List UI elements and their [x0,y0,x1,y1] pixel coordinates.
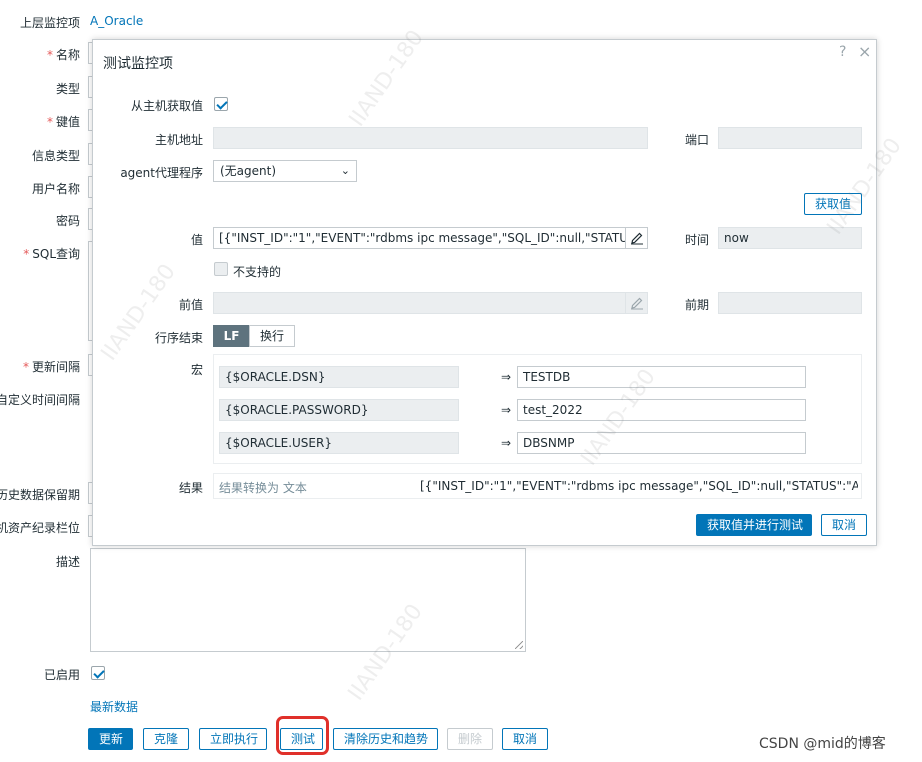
result-type-text: 结果转换为 文本 [219,481,307,495]
cancel-button[interactable]: 取消 [502,728,548,750]
clear-history-button[interactable]: 清除历史和趋势 [333,728,438,750]
chevron-down-icon: ⌄ [340,164,350,177]
watermark-text: IIAND-180 [96,259,181,366]
result-label: 结果 [178,481,203,495]
time-input[interactable]: now [718,227,862,249]
username-label: 用户名称 [31,182,80,196]
close-icon[interactable]: × [858,42,871,61]
macro-value-input[interactable]: TESTDB [517,366,806,388]
history-label: 历史数据保留期 [0,488,80,502]
get-and-test-button[interactable]: 获取值并进行测试 [696,514,812,536]
port-input[interactable] [718,127,862,149]
value-text: [{"INST_ID":"1","EVENT":"rdbms ipc messa… [219,231,648,245]
prev-value-input [213,292,648,314]
proxy-label: agent代理程序 [120,166,203,180]
macro-value-input[interactable]: DBSNMP [517,432,806,454]
prev-time-label: 前期 [685,298,710,312]
macro-name-field: {$ORACLE.DSN} [219,366,459,388]
macro-value-input[interactable]: test_2022 [517,399,806,421]
type-label: 类型 [55,82,80,96]
result-box: 结果转换为 文本 [{"INST_ID":"1","EVENT":"rdbms … [213,473,862,499]
eol-crlf-option[interactable]: 换行 [249,325,295,347]
watermark-text: IIAND-180 [344,25,429,132]
description-textarea[interactable] [90,548,526,652]
enabled-label: 已启用 [43,668,80,682]
help-icon[interactable]: ? [839,44,846,60]
test-item-dialog: 测试监控项 ? × 从主机获取值 主机地址 端口 agent代理程序 (无age… [92,26,907,546]
get-value-button[interactable]: 获取值 [804,193,862,215]
get-from-host-checkbox[interactable] [214,97,228,111]
latest-data-link[interactable]: 最新数据 [90,698,138,715]
value-input[interactable]: [{"INST_ID":"1","EVENT":"rdbms ipc messa… [213,227,648,249]
csdn-watermark-caption: CSDN @mid的博客 [759,736,886,752]
execute-now-button[interactable]: 立即执行 [199,728,267,750]
key-label: * 键值 [46,115,80,129]
eol-label: 行序结束 [154,331,203,345]
parent-item-label: 上层监控项 [19,16,80,30]
dialog-cancel-button[interactable]: 取消 [821,514,867,536]
password-label: 密码 [55,214,80,228]
custom-interval-label: 自定义时间间隔 [0,393,80,407]
resize-handle-icon[interactable] [515,641,523,649]
watermark-text: IIAND-180 [822,133,907,240]
prev-value-label: 前值 [178,298,203,312]
update-button[interactable]: 更新 [88,728,133,750]
prev-time-input [718,292,862,314]
test-button-highlight [276,716,329,755]
proxy-select-value: (无agent) [220,164,277,178]
host-address-input[interactable] [213,127,648,149]
unsupported-checkbox [214,262,228,276]
eol-lf-option[interactable]: LF [213,325,250,347]
dialog-title: 测试监控项 [103,56,173,72]
macro-name-field: {$ORACLE.USER} [219,432,459,454]
result-value-text: [{"INST_ID":"1","EVENT":"rdbms ipc messa… [420,479,858,493]
enabled-checkbox[interactable] [91,666,105,680]
name-label: * 名称 [46,48,80,62]
pencil-icon [631,297,643,310]
macro-arrow: ⇒ [501,403,512,417]
time-label: 时间 [685,233,710,247]
value-label: 值 [190,233,203,247]
macro-arrow: ⇒ [501,370,512,384]
host-address-label: 主机地址 [154,133,203,147]
inventory-label: 机资产纪录栏位 [0,521,80,535]
unsupported-label: 不支持的 [233,265,282,279]
get-from-host-label: 从主机获取值 [130,99,203,113]
value-edit-button[interactable] [625,228,647,248]
description-label: 描述 [55,555,80,569]
port-label: 端口 [685,133,710,147]
clone-button[interactable]: 克隆 [143,728,189,750]
macro-name-field: {$ORACLE.PASSWORD} [219,399,459,421]
pencil-icon [631,232,643,245]
info-type-label: 信息类型 [31,149,80,163]
macros-label: 宏 [190,363,203,377]
proxy-select[interactable]: (无agent) ⌄ [213,160,357,182]
macro-arrow: ⇒ [501,436,512,450]
prev-value-edit-button [625,293,647,313]
parent-item-link[interactable]: A_Oracle [90,14,143,28]
sql-query-label: * SQL查询 [23,247,80,261]
update-interval-label: * 更新间隔 [22,360,80,374]
delete-button: 删除 [447,728,493,750]
